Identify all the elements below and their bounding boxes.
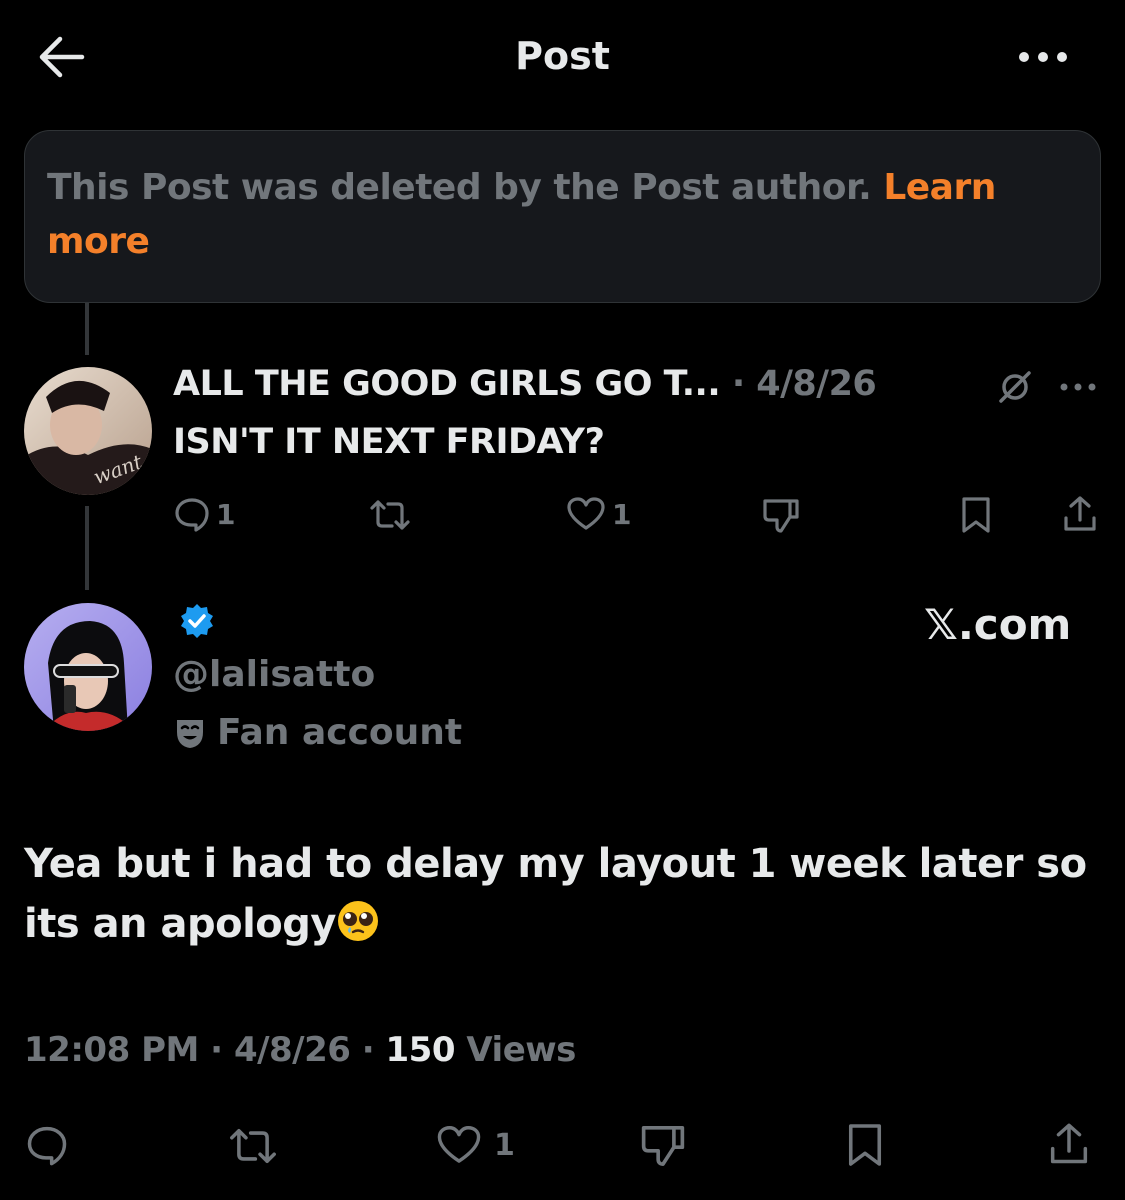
views-count: 150 [385, 1030, 456, 1070]
bookmark-icon [848, 1124, 882, 1166]
reply-more-button[interactable] [1058, 376, 1098, 398]
repost-button[interactable] [228, 1126, 278, 1166]
post-time: 12:08 PM [24, 1030, 199, 1070]
dislike-button[interactable] [640, 1124, 686, 1168]
thumbs-down-icon [641, 1126, 685, 1166]
reply-button[interactable] [26, 1124, 68, 1166]
post-date: 4/8/26 [233, 1030, 351, 1070]
theater-mask-icon [177, 719, 203, 748]
verified-badge-icon [181, 604, 213, 638]
verified-badge [178, 602, 216, 640]
pleading-face-emoji [336, 899, 380, 943]
repost-icon [230, 1128, 276, 1164]
grok-button[interactable] [996, 368, 1034, 406]
more-options-button[interactable] [1016, 40, 1070, 74]
reply-text: ISN'T IT NEXT FRIDAY? [173, 422, 605, 462]
reply-reply-button[interactable]: 1 [174, 496, 235, 532]
account-label: Fan account [173, 712, 462, 753]
thread-line-top [85, 303, 89, 355]
reply-avatar[interactable]: want you [24, 367, 152, 495]
source-label: 𝕏.com [924, 600, 1072, 649]
post-text-content: Yea but i had to delay my layout 1 week … [24, 841, 1087, 947]
more-horizontal-icon [1060, 383, 1096, 391]
reply-bookmark-button[interactable] [960, 496, 992, 534]
bookmark-icon [962, 497, 990, 533]
comment-icon [27, 1126, 67, 1166]
reply-date: · 4/8/26 [731, 364, 877, 404]
post-text: Yea but i had to delay my layout 1 week … [24, 834, 1104, 954]
comment-icon [175, 498, 209, 532]
share-icon [1064, 496, 1096, 531]
share-button[interactable] [1048, 1120, 1090, 1168]
reply-dislike-button[interactable] [762, 498, 800, 534]
reply-like-button[interactable]: 1 [566, 496, 631, 532]
reply-repost-button[interactable] [370, 498, 410, 532]
like-button[interactable]: 1 [436, 1124, 515, 1166]
notice-message: This Post was deleted by the Post author… [47, 167, 884, 208]
reply-header: ALL THE GOOD GIRLS GO T... · 4/8/26 [173, 364, 877, 404]
reply-reply-count: 1 [216, 497, 236, 531]
thread-line-bottom [85, 506, 89, 590]
reply-author-name[interactable]: ALL THE GOOD GIRLS GO T... [173, 364, 721, 404]
post-meta: 12:08 PM · 4/8/26 · 150 Views [24, 1030, 576, 1070]
reply-share-button[interactable] [1062, 494, 1098, 534]
meta-separator: · [210, 1030, 223, 1070]
notice-text: This Post was deleted by the Post author… [47, 161, 1078, 269]
views-label: Views [466, 1030, 576, 1070]
more-horizontal-icon [1019, 52, 1067, 62]
like-count: 1 [494, 1127, 515, 1163]
author-handle[interactable]: @lalisatto [173, 654, 375, 695]
heart-icon [437, 1126, 481, 1163]
author-avatar[interactable] [24, 603, 152, 731]
thumbs-down-icon [763, 499, 799, 533]
meta-separator: · [361, 1030, 375, 1070]
share-icon [1050, 1123, 1088, 1164]
reply-like-count: 1 [612, 497, 632, 531]
account-label-text: Fan account [217, 712, 463, 753]
deleted-post-notice: This Post was deleted by the Post author… [24, 130, 1101, 303]
bookmark-button[interactable] [846, 1122, 884, 1168]
repost-icon [370, 500, 410, 530]
grok-icon [999, 371, 1031, 403]
page-title: Post [515, 34, 610, 78]
heart-icon [567, 497, 605, 530]
